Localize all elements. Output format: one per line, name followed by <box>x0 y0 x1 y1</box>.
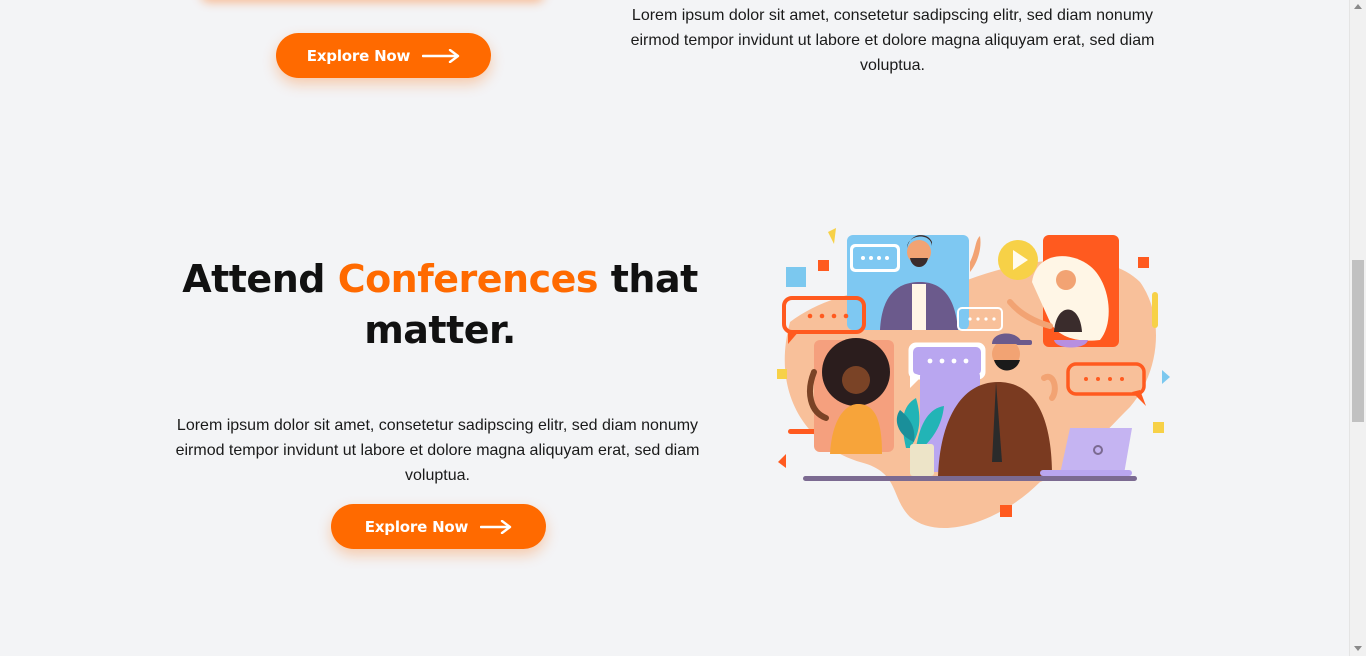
explore-now-label: Explore Now <box>364 517 469 536</box>
confetti-bar <box>1152 292 1158 328</box>
heading-part-1: Attend <box>182 257 325 301</box>
confetti-square <box>1000 505 1012 517</box>
explore-now-button-top[interactable]: Explore Now <box>276 33 491 78</box>
desk-line <box>803 476 1137 481</box>
confetti-square <box>818 260 829 271</box>
confetti-square <box>1138 257 1149 268</box>
conference-heading: Attend Conferences that matter. <box>160 254 720 356</box>
laptop-icon <box>1060 428 1132 474</box>
man-hand <box>970 236 981 272</box>
video-conference-illustration <box>777 228 1170 529</box>
arrow-right-icon <box>422 48 460 63</box>
explore-now-button-conferences[interactable]: Explore Now <box>331 504 546 549</box>
confetti-triangle <box>1162 370 1170 384</box>
confetti-square <box>777 369 787 379</box>
scrollbar-thumb[interactable] <box>1352 260 1364 422</box>
explore-now-label: Explore Now <box>306 46 411 65</box>
confetti-triangle <box>778 454 786 468</box>
top-section-paragraph: Lorem ipsum dolor sit amet, consetetur s… <box>630 7 1155 74</box>
confetti-square <box>786 267 806 287</box>
page-scrollbar[interactable] <box>1349 0 1366 656</box>
heading-accent: Conferences <box>337 257 599 301</box>
confetti-square <box>1153 422 1164 433</box>
confetti-triangle <box>828 228 836 244</box>
scroll-down-arrow-icon[interactable] <box>1354 646 1362 651</box>
arrow-right-icon <box>480 519 512 534</box>
scroll-up-arrow-icon[interactable] <box>1354 4 1362 9</box>
page: Explore Now Lorem ipsum dolor sit amet, … <box>0 0 1349 656</box>
conference-paragraph: Lorem ipsum dolor sit amet, consetetur s… <box>175 417 700 484</box>
